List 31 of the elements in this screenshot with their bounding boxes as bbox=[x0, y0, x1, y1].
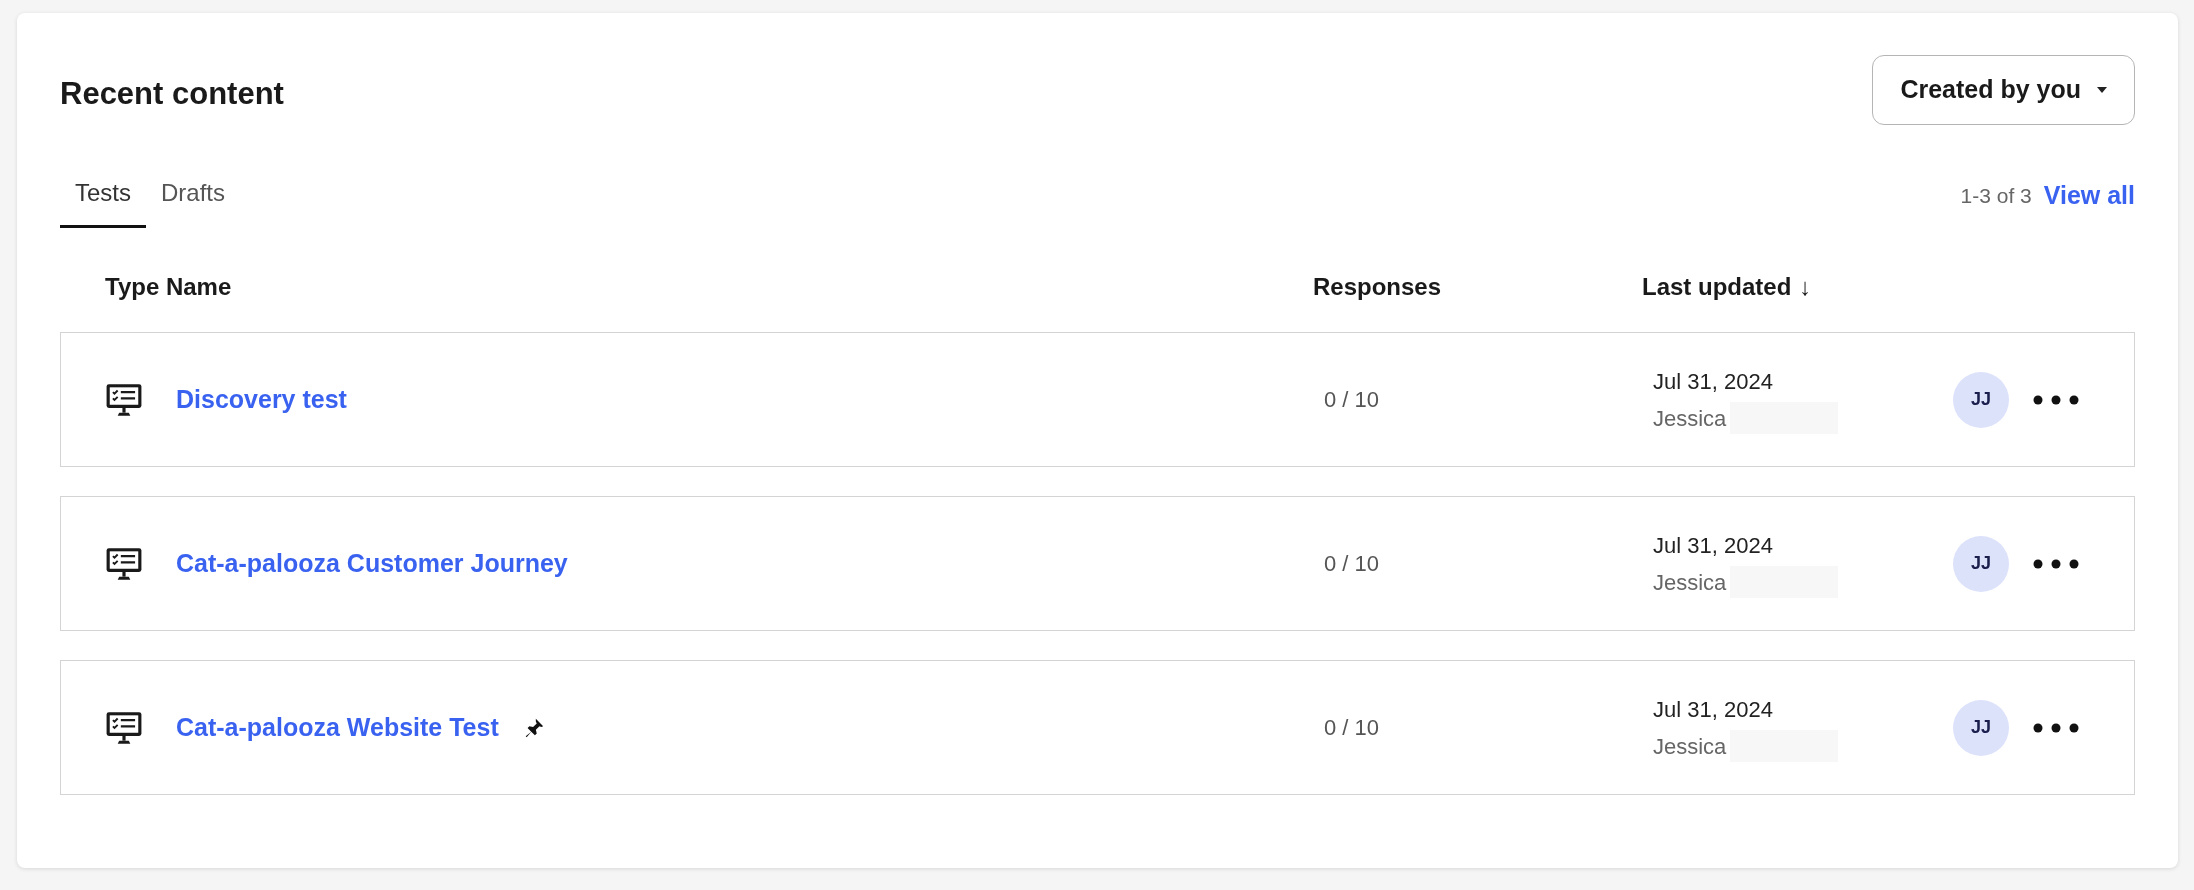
column-header[interactable]: Last updated ↓ bbox=[1642, 269, 1812, 305]
updated-date: Jul 31, 2024 bbox=[1653, 367, 1774, 396]
responses-count: 0 / 10 bbox=[1324, 386, 1381, 414]
responses-count: 0 / 10 bbox=[1324, 550, 1381, 578]
column-header: Responses bbox=[1313, 272, 1443, 302]
avatar: JJ bbox=[1953, 699, 2009, 756]
content-row[interactable]: Discovery test 0 / 10 Jul 31, 2024 Jessica JJ bbox=[60, 332, 2135, 467]
more-icon bbox=[2033, 722, 2079, 733]
column-header: Type Name bbox=[105, 272, 233, 302]
updated-date: Jul 31, 2024 bbox=[1653, 695, 1774, 724]
view-all-link[interactable]: View all bbox=[2043, 176, 2135, 214]
content-row[interactable]: Cat-a-palooza Customer Journey 0 / 10 Jul 31, 2024 Jessica JJ bbox=[60, 496, 2135, 631]
test-name-link[interactable]: Cat-a-palooza Website Test bbox=[176, 708, 499, 747]
test-name-link[interactable]: Cat-a-palooza Customer Journey bbox=[176, 544, 568, 583]
section-title: Recent content bbox=[60, 75, 284, 113]
tab[interactable]: Tests bbox=[60, 175, 146, 228]
pagination-range: 1-3 of 3 bbox=[1960, 182, 2032, 209]
author-name: Jessica bbox=[1653, 404, 1727, 433]
updated-date: Jul 31, 2024 bbox=[1653, 531, 1774, 560]
tab[interactable]: Drafts bbox=[146, 175, 241, 228]
responses-count: 0 / 10 bbox=[1324, 714, 1381, 742]
content-row[interactable]: Cat-a-palooza Website Test 0 / 10 Jul 31, 2024 Jessica JJ bbox=[60, 660, 2135, 795]
author-name: Jessica bbox=[1653, 568, 1727, 597]
filter-dropdown[interactable]: Created by you bbox=[1872, 55, 2135, 125]
caret-icon bbox=[2097, 87, 2107, 93]
more-icon bbox=[2033, 394, 2079, 405]
avatar: JJ bbox=[1953, 371, 2009, 428]
more-icon bbox=[2033, 558, 2079, 569]
avatar: JJ bbox=[1953, 535, 2009, 592]
test-name-link[interactable]: Discovery test bbox=[176, 380, 347, 419]
author-name: Jessica bbox=[1653, 732, 1727, 761]
